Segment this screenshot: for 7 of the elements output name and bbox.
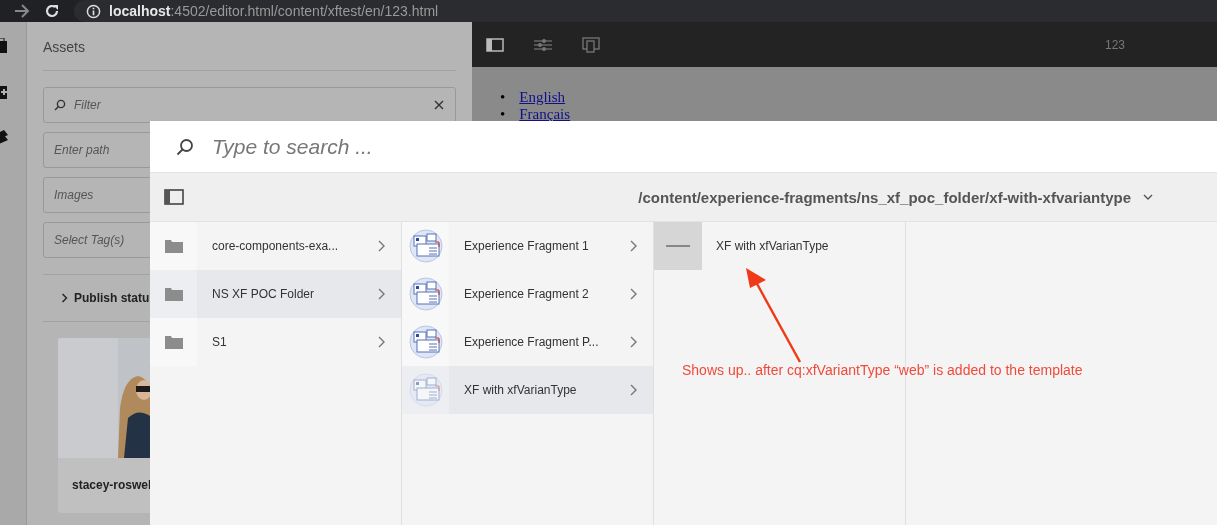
bullet: •	[500, 106, 506, 122]
page-title: 123	[1104, 37, 1125, 52]
url-text: localhost:4502/editor.html/content/xftest/en/123.html	[109, 3, 439, 19]
annotation-text: Shows up.. after cq:xfVariantType “web” is added to the template	[682, 362, 1083, 378]
asset-name: stacey-roswel	[71, 477, 153, 492]
bullet: •	[500, 89, 506, 105]
panel-title: Assets	[43, 38, 86, 57]
